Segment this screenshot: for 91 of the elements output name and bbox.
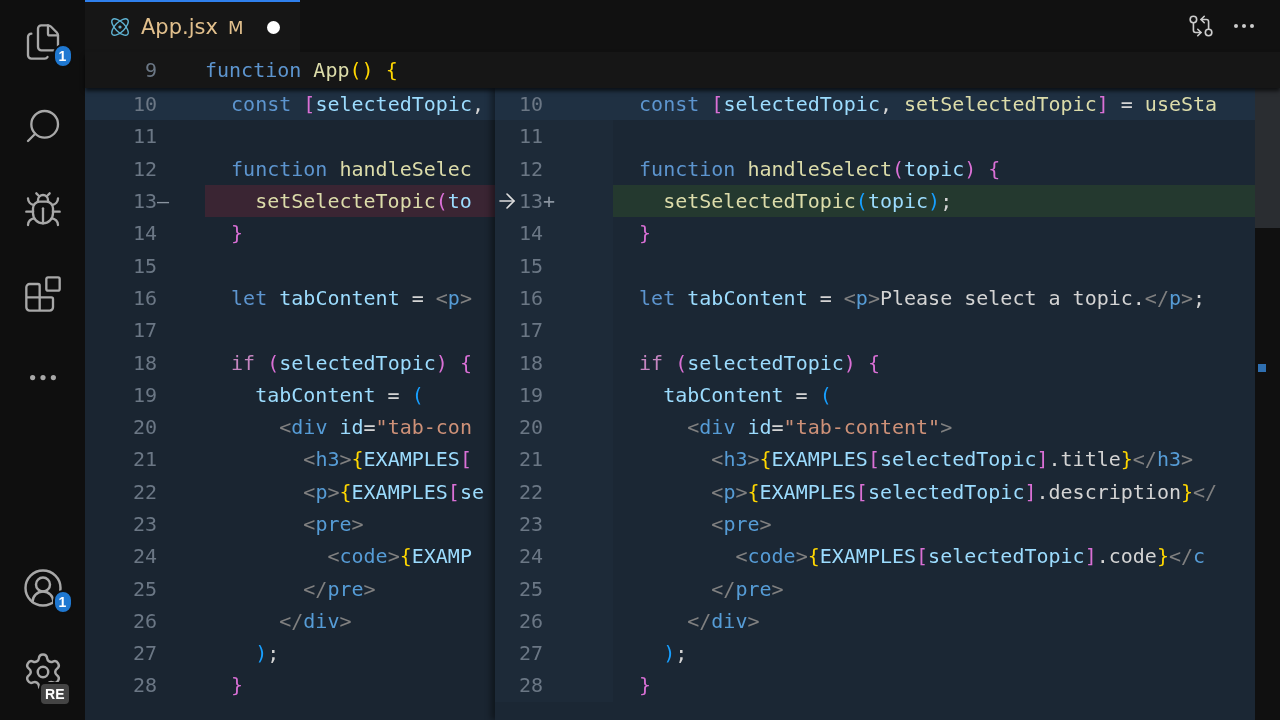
line-number: 27 bbox=[517, 641, 543, 666]
line-number: 12 bbox=[517, 156, 543, 181]
code-line: ); bbox=[254, 641, 280, 666]
react-icon bbox=[109, 16, 131, 38]
line-number: 19 bbox=[517, 382, 543, 407]
line-number: 11 bbox=[131, 124, 157, 149]
code-line: </div> bbox=[686, 608, 760, 633]
code-line: <h3>{EXAMPLES[ bbox=[302, 447, 472, 472]
line-number: 13 bbox=[131, 189, 157, 214]
line-number: 21 bbox=[517, 447, 543, 472]
more-actions-button[interactable] bbox=[1234, 24, 1254, 28]
scrollbar-thumb[interactable] bbox=[1255, 88, 1280, 228]
code-line: <pre> bbox=[302, 512, 364, 536]
badge: RE bbox=[39, 682, 71, 706]
git-status: M bbox=[227, 16, 244, 38]
line-number: 22 bbox=[517, 479, 543, 504]
line-number: 24 bbox=[131, 544, 157, 569]
code-line: } bbox=[230, 673, 244, 698]
line-number: 28 bbox=[517, 673, 543, 698]
line-number: 13 bbox=[517, 189, 543, 214]
line-number: 27 bbox=[131, 641, 157, 666]
line-number: 10 bbox=[517, 92, 543, 117]
line-number: 26 bbox=[517, 608, 543, 633]
code-line: <p>{EXAMPLES[selectedTopic].description}</ bbox=[710, 479, 1218, 504]
line-number: 16 bbox=[131, 285, 157, 310]
line-number: 11 bbox=[517, 124, 543, 149]
code-line: } bbox=[638, 673, 652, 698]
compare-icon bbox=[1188, 13, 1214, 39]
line-number: 23 bbox=[131, 512, 157, 536]
code-line: <code>{EXAMPLES[selectedTopic].code}</c bbox=[734, 544, 1206, 569]
line-number: 28 bbox=[131, 673, 157, 698]
overview-ruler-mark bbox=[1258, 364, 1266, 372]
code-line: function handleSelec bbox=[230, 156, 472, 181]
line-number: 10 bbox=[131, 92, 157, 117]
account-icon bbox=[21, 567, 64, 609]
line-number: 26 bbox=[131, 608, 157, 633]
code-line: </div> bbox=[278, 608, 352, 633]
code-line: function App() { bbox=[205, 58, 398, 82]
line-number: 21 bbox=[131, 447, 157, 472]
code-line: let tabContent = <p>Please select a topic.</p>; bbox=[638, 285, 1206, 310]
line-number: 17 bbox=[131, 318, 157, 343]
code-line: tabContent = ( bbox=[254, 382, 424, 407]
code-line: const [selectedTopic, bbox=[230, 92, 484, 117]
line-number: 25 bbox=[131, 576, 157, 601]
line-number: 15 bbox=[517, 253, 543, 278]
tab-title: App.jsx bbox=[141, 15, 218, 39]
code-line: function handleSelect(topic) { bbox=[638, 156, 1001, 181]
line-number: 16 bbox=[517, 285, 543, 310]
code-line: </pre> bbox=[302, 576, 376, 601]
code-line: <code>{EXAMP bbox=[326, 544, 472, 569]
code-line: <pre> bbox=[710, 512, 772, 536]
code-line: <h3>{EXAMPLES[selectedTopic].title}</h3> bbox=[710, 447, 1194, 472]
extensions-icon bbox=[22, 274, 63, 314]
diff-marker: + bbox=[543, 189, 556, 214]
line-number: 14 bbox=[517, 221, 543, 246]
compare-changes-button[interactable] bbox=[1188, 13, 1214, 39]
code-line: <p>{EXAMPLES[se bbox=[302, 479, 484, 504]
line-number: 19 bbox=[131, 382, 157, 407]
line-number: 9 bbox=[143, 58, 157, 82]
code-line: if (selectedTopic) { bbox=[230, 350, 472, 375]
code-line: if (selectedTopic) { bbox=[638, 350, 880, 375]
code-line: ); bbox=[662, 641, 688, 666]
code-line: let tabContent = <p> bbox=[230, 285, 472, 310]
code-line: const [selectedTopic, setSelectedTopic] = useSta bbox=[638, 92, 1218, 117]
editor-tab[interactable]: App.jsx M bbox=[85, 0, 300, 52]
line-number: 22 bbox=[131, 479, 157, 504]
line-number: 14 bbox=[131, 221, 157, 246]
code-line: setSelectedTopic(topic); bbox=[662, 189, 953, 214]
code-line: tabContent = ( bbox=[662, 382, 832, 407]
line-number: 25 bbox=[517, 576, 543, 601]
line-number: 20 bbox=[131, 415, 157, 440]
scrollbar[interactable] bbox=[1255, 88, 1280, 720]
code-line: } bbox=[638, 221, 652, 246]
line-number: 18 bbox=[517, 350, 543, 375]
badge: 1 bbox=[52, 590, 73, 614]
badge: 1 bbox=[52, 44, 73, 68]
line-number: 18 bbox=[131, 350, 157, 375]
line-number: 12 bbox=[131, 156, 157, 181]
line-number: 17 bbox=[517, 318, 543, 343]
code-line: </pre> bbox=[710, 576, 784, 601]
line-number: 23 bbox=[517, 512, 543, 536]
code-line: setSelecteTopic(to bbox=[254, 189, 472, 214]
code-line: <div id="tab-content"> bbox=[686, 415, 953, 440]
more-icon bbox=[29, 375, 56, 381]
line-number: 24 bbox=[517, 544, 543, 569]
code-line: <div id="tab-con bbox=[278, 415, 472, 440]
more-icon bbox=[1234, 24, 1254, 28]
code-line: } bbox=[230, 221, 244, 246]
line-number: 20 bbox=[517, 415, 543, 440]
diff-marker: — bbox=[157, 189, 170, 214]
line-number: 15 bbox=[131, 253, 157, 278]
